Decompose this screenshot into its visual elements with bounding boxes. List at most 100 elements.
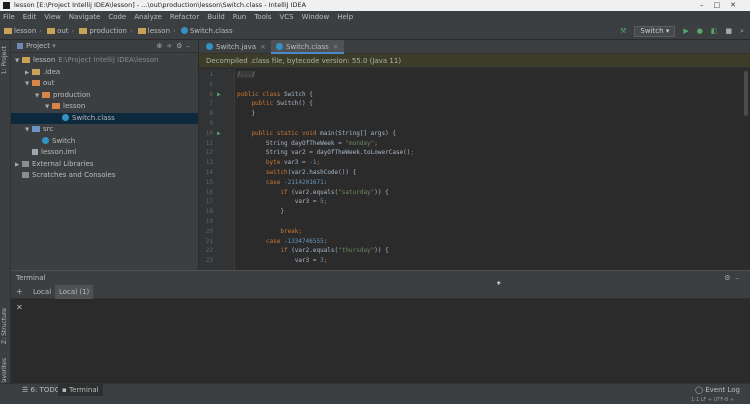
terminal-title: Terminal: [16, 274, 46, 282]
tree-item[interactable]: lesson.iml: [11, 147, 198, 159]
run-gutter-icon[interactable]: ▶: [217, 130, 221, 137]
line-number: 11: [205, 139, 213, 147]
code-token: (var2.equals(: [291, 247, 339, 255]
menu-run[interactable]: Run: [233, 13, 246, 21]
tree-item[interactable]: ▼ out: [11, 78, 198, 90]
line-number: 13: [205, 159, 213, 167]
hammer-icon[interactable]: ⚒: [620, 23, 626, 40]
line-number: 9: [209, 120, 213, 127]
tree-item[interactable]: ▼ lesson E:\Project Intellij IDEA\lesson: [11, 55, 198, 67]
tree-item-label: lesson: [33, 56, 56, 64]
hide-icon[interactable]: –: [187, 42, 195, 50]
window-title: lesson [E:\Project Intellij IDEA\lesson]…: [14, 1, 307, 9]
breadcrumb-label: Switch.class: [189, 27, 233, 35]
run-toolbar: ⚒ Switch ▾ ▶ ● ◧ ■ ⌕: [620, 26, 744, 37]
menu-file[interactable]: File: [3, 13, 15, 21]
breadcrumb-item[interactable]: out ›: [47, 23, 77, 40]
gear-icon[interactable]: ⚙: [176, 42, 186, 50]
breadcrumb-item[interactable]: lesson ›: [137, 23, 179, 40]
code-line: break;: [237, 228, 302, 235]
tree-item-label: External Libraries: [32, 159, 94, 168]
code-token: case: [237, 237, 284, 245]
tree-item[interactable]: ▶ .idea: [11, 67, 198, 79]
terminal-tab[interactable]: Local (1): [55, 285, 94, 299]
project-view-select[interactable]: Project: [26, 42, 50, 50]
chevron-down-icon: ▾: [665, 27, 670, 35]
code-token: var3 =: [237, 257, 321, 265]
tree-item[interactable]: ▼ production: [11, 90, 198, 102]
folder-icon: [4, 28, 12, 34]
code-editor[interactable]: 1 5 6 ▶ 7 8 9 10 ▶ 11 12 13 14 15 16 17 18 19 20 21 22 23 /..…: [199, 69, 750, 270]
menu-code[interactable]: Code: [108, 13, 126, 21]
menu-edit[interactable]: Edit: [23, 13, 37, 21]
code-line: String dayOfTheWeek = "monday";: [237, 140, 378, 147]
code-token: "monday": [345, 139, 375, 147]
editor-tab[interactable]: Switch.class ×: [271, 40, 344, 54]
chevron-right-icon: ›: [129, 27, 133, 35]
menu-analyze[interactable]: Analyze: [134, 13, 162, 21]
menu-window[interactable]: Window: [302, 13, 330, 21]
tree-item-label: Switch: [52, 136, 76, 145]
event-log-icon: ◯: [695, 386, 703, 394]
run-gutter-icon[interactable]: ▶: [217, 91, 221, 98]
close-icon[interactable]: ×: [260, 43, 266, 51]
gear-icon[interactable]: ⚙: [724, 274, 735, 282]
tree-item[interactable]: ▼ lesson: [11, 101, 198, 113]
maximize-button[interactable]: □: [714, 1, 731, 9]
debug-icon[interactable]: ●: [697, 23, 703, 40]
code-line: case -1334746555:: [237, 238, 327, 245]
close-window-button[interactable]: ✕: [730, 1, 746, 9]
chevron-right-icon: ›: [71, 27, 75, 35]
menu-vcs[interactable]: VCS: [279, 13, 293, 21]
hide-icon[interactable]: –: [736, 274, 745, 282]
scrollbar-thumb[interactable]: [744, 71, 748, 116]
code-token: ;: [374, 139, 378, 147]
menu-tools[interactable]: Tools: [254, 13, 271, 21]
menu-refactor[interactable]: Refactor: [170, 13, 199, 21]
output-folder-icon: [32, 80, 40, 86]
breadcrumb-item[interactable]: lesson ›: [4, 23, 45, 40]
search-icon[interactable]: ⌕: [740, 23, 744, 40]
terminal-tab[interactable]: Local: [29, 285, 55, 299]
collapse-icon[interactable]: ÷: [166, 42, 176, 50]
line-number: 15: [205, 178, 213, 186]
code-text[interactable]: /.../ public class Switch { public Switch…: [237, 69, 742, 270]
run-icon[interactable]: ▶: [683, 23, 688, 40]
project-tool-tab[interactable]: 1: Project: [1, 46, 8, 74]
caret-position[interactable]: 1:1 LF ÷ UTF-8 ÷: [691, 396, 734, 404]
add-terminal-icon[interactable]: +: [16, 285, 23, 299]
editor-tab[interactable]: Switch.java ×: [201, 40, 271, 54]
line-number: 5: [209, 80, 213, 88]
window-controls[interactable]: –□✕: [700, 0, 746, 11]
structure-tool-tab[interactable]: Z: Structure: [1, 308, 8, 344]
tree-item[interactable]: ▼ src: [11, 124, 198, 136]
terminal-tool-button[interactable]: ▪ Terminal: [58, 384, 103, 396]
folder-icon: [32, 68, 40, 75]
code-line: var3 = 5;: [237, 198, 328, 205]
event-log-button[interactable]: ◯ Event Log: [691, 384, 744, 396]
locate-icon[interactable]: ⊕: [156, 42, 166, 50]
code-line: }: [237, 110, 255, 117]
code-token: case: [237, 178, 284, 186]
menu-help[interactable]: Help: [337, 13, 353, 21]
coverage-icon[interactable]: ◧: [711, 23, 718, 40]
menu-view[interactable]: View: [44, 13, 61, 21]
decompiled-banner: Decompiled .class file, bytecode version…: [199, 54, 750, 68]
close-icon[interactable]: ×: [333, 43, 339, 51]
stop-icon[interactable]: ■: [725, 23, 732, 40]
tree-item-label: out: [43, 79, 55, 87]
tree-item[interactable]: Switch.class: [11, 112, 198, 124]
close-terminal-icon[interactable]: ✕: [16, 303, 23, 312]
editor-scrollbar[interactable]: [742, 69, 750, 270]
tree-item[interactable]: Scratches and Consoles: [11, 170, 198, 182]
menu-navigate[interactable]: Navigate: [69, 13, 100, 21]
tree-item[interactable]: Switch: [11, 136, 198, 148]
breadcrumb-item[interactable]: Switch.class: [180, 23, 233, 40]
code-token: }: [237, 110, 256, 118]
run-configuration-select[interactable]: Switch ▾: [634, 26, 676, 37]
menu-build[interactable]: Build: [207, 13, 225, 21]
minimize-button[interactable]: –: [700, 1, 714, 9]
intellij-icon: [3, 2, 10, 9]
breadcrumb-item[interactable]: production ›: [79, 23, 135, 40]
tree-item[interactable]: ▶ External Libraries: [11, 159, 198, 171]
